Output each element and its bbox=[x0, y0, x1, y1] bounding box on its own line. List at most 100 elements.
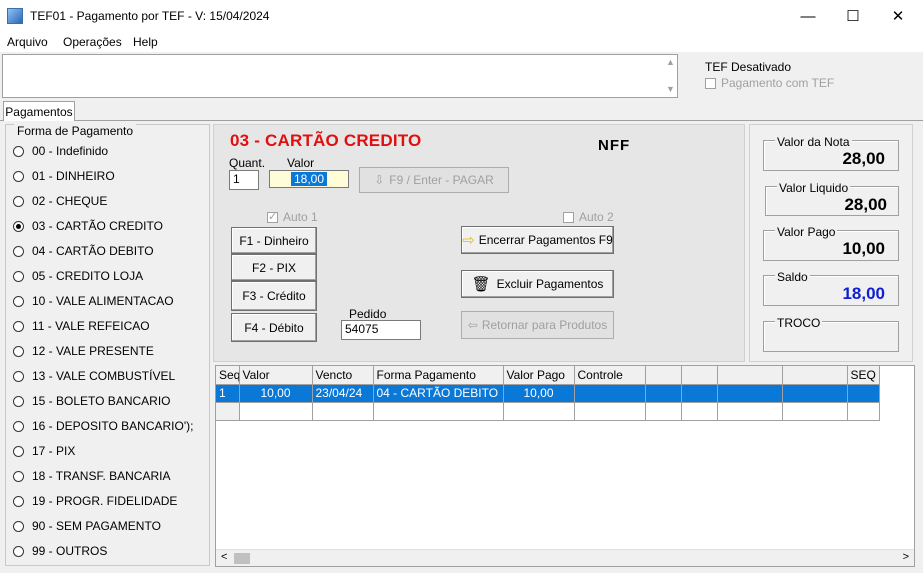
scroll-thumb[interactable] bbox=[234, 553, 250, 564]
radio-icon[interactable] bbox=[13, 520, 24, 532]
forma-option[interactable]: 03 - CARTÃO CREDITO bbox=[13, 217, 163, 235]
excluir-button[interactable]: 🗑 Excluir Pagamentos bbox=[461, 270, 614, 298]
checkbox-icon[interactable] bbox=[267, 210, 278, 224]
f1-dinheiro-button[interactable]: F1 - Dinheiro bbox=[231, 227, 317, 254]
table-cell[interactable] bbox=[373, 402, 504, 421]
table-cell[interactable] bbox=[782, 384, 848, 403]
scroll-left-icon[interactable]: < bbox=[221, 551, 227, 563]
forma-option[interactable]: 02 - CHEQUE bbox=[13, 192, 107, 210]
valor-input[interactable]: 18,00 bbox=[269, 170, 349, 188]
radio-icon[interactable] bbox=[13, 245, 24, 257]
menu-operacoes[interactable]: Operações bbox=[63, 35, 122, 49]
grid-column-header[interactable] bbox=[681, 366, 718, 385]
grid-column-header[interactable]: Controle bbox=[574, 366, 646, 385]
grid-column-header[interactable]: Seq bbox=[216, 366, 240, 385]
grid-column-header[interactable]: Forma Pagamento bbox=[373, 366, 504, 385]
radio-icon[interactable] bbox=[13, 320, 24, 332]
table-cell[interactable]: 1 bbox=[216, 384, 240, 403]
forma-option[interactable]: 17 - PIX bbox=[13, 442, 75, 460]
radio-icon[interactable] bbox=[13, 145, 24, 157]
table-cell[interactable] bbox=[503, 402, 575, 421]
f4-debito-button[interactable]: F4 - Débito bbox=[231, 313, 317, 342]
horizontal-scrollbar[interactable]: < > bbox=[216, 549, 914, 566]
grid-column-header[interactable] bbox=[782, 366, 848, 385]
table-cell[interactable] bbox=[645, 402, 682, 421]
quant-input[interactable]: 1 bbox=[229, 170, 259, 190]
minimize-button[interactable]: — bbox=[785, 0, 831, 32]
radio-icon[interactable] bbox=[13, 370, 24, 382]
forma-option[interactable]: 90 - SEM PAGAMENTO bbox=[13, 517, 161, 535]
forma-option[interactable]: 12 - VALE PRESENTE bbox=[13, 342, 154, 360]
table-cell[interactable]: 10,00 bbox=[503, 384, 575, 403]
table-cell[interactable] bbox=[681, 402, 718, 421]
radio-icon[interactable] bbox=[13, 195, 24, 207]
checkbox-icon[interactable] bbox=[563, 212, 574, 224]
radio-icon[interactable] bbox=[13, 495, 24, 507]
payments-grid[interactable]: Seq Valor Vencto Forma Pagamento Valor Pago C… bbox=[215, 365, 915, 567]
tab-pagamentos[interactable]: Pagamentos bbox=[3, 101, 75, 121]
table-cell[interactable]: 10,00 bbox=[239, 384, 313, 403]
table-cell[interactable] bbox=[782, 402, 848, 421]
close-button[interactable]: ✕ bbox=[875, 0, 921, 32]
scroll-right-icon[interactable]: > bbox=[903, 551, 909, 563]
forma-option[interactable]: 13 - VALE COMBUSTÍVEL bbox=[13, 367, 175, 385]
table-cell[interactable] bbox=[645, 384, 682, 403]
pagar-button[interactable]: ⇩ F9 / Enter - PAGAR bbox=[359, 167, 509, 193]
table-row[interactable]: 1 10,00 23/04/24 04 - CARTÃO DEBITO 10,00 bbox=[216, 384, 880, 403]
f3-credito-button[interactable]: F3 - Crédito bbox=[231, 281, 317, 311]
retornar-button[interactable]: ⇦ Retornar para Produtos bbox=[461, 311, 614, 339]
auto2-checkbox[interactable]: Auto 2 bbox=[563, 210, 614, 224]
grid-column-header[interactable]: Valor bbox=[239, 366, 313, 385]
table-row-empty[interactable] bbox=[216, 402, 880, 421]
table-cell[interactable] bbox=[312, 402, 374, 421]
menu-arquivo[interactable]: Arquivo bbox=[7, 35, 48, 49]
table-cell[interactable] bbox=[847, 402, 880, 421]
message-textbox[interactable] bbox=[2, 54, 678, 98]
grid-column-header[interactable]: SEQ bbox=[847, 366, 880, 385]
encerrar-button[interactable]: ⇨ Encerrar Pagamentos F9 bbox=[461, 226, 614, 254]
table-cell[interactable] bbox=[239, 402, 313, 421]
forma-option[interactable]: 15 - BOLETO BANCARIO bbox=[13, 392, 171, 410]
radio-icon[interactable] bbox=[13, 395, 24, 407]
tef-checkbox[interactable]: Pagamento com TEF bbox=[705, 76, 834, 90]
grid-column-header[interactable] bbox=[645, 366, 682, 385]
grid-column-header[interactable] bbox=[717, 366, 783, 385]
menu-help[interactable]: Help bbox=[133, 35, 158, 49]
forma-option[interactable]: 16 - DEPOSITO BANCARIO'); bbox=[13, 417, 193, 435]
table-cell[interactable] bbox=[847, 384, 880, 403]
radio-icon[interactable] bbox=[13, 170, 24, 182]
forma-option[interactable]: 18 - TRANSF. BANCARIA bbox=[13, 467, 170, 485]
auto1-checkbox[interactable]: Auto 1 bbox=[267, 210, 318, 224]
scroll-up-icon[interactable]: ▲ bbox=[666, 57, 675, 67]
forma-option[interactable]: 11 - VALE REFEICAO bbox=[13, 317, 150, 335]
table-cell[interactable] bbox=[717, 402, 783, 421]
maximize-button[interactable]: ☐ bbox=[830, 0, 876, 32]
grid-column-header[interactable]: Vencto bbox=[312, 366, 374, 385]
grid-column-header[interactable]: Valor Pago bbox=[503, 366, 575, 385]
forma-option[interactable]: 10 - VALE ALIMENTACAO bbox=[13, 292, 174, 310]
scroll-down-icon[interactable]: ▼ bbox=[666, 84, 675, 94]
forma-option[interactable]: 04 - CARTÃO DEBITO bbox=[13, 242, 154, 260]
radio-icon[interactable] bbox=[13, 470, 24, 482]
radio-icon[interactable] bbox=[13, 295, 24, 307]
radio-icon[interactable] bbox=[13, 345, 24, 357]
forma-option[interactable]: 19 - PROGR. FIDELIDADE bbox=[13, 492, 177, 510]
table-cell[interactable]: 23/04/24 bbox=[312, 384, 374, 403]
radio-icon[interactable] bbox=[13, 545, 24, 557]
forma-option[interactable]: 00 - Indefinido bbox=[13, 142, 108, 160]
radio-icon[interactable] bbox=[13, 445, 24, 457]
pedido-input[interactable]: 54075 bbox=[341, 320, 421, 340]
table-cell[interactable] bbox=[717, 384, 783, 403]
forma-option[interactable]: 05 - CREDITO LOJA bbox=[13, 267, 143, 285]
forma-option[interactable]: 99 - OUTROS bbox=[13, 542, 107, 560]
table-cell[interactable] bbox=[574, 402, 646, 421]
forma-option[interactable]: 01 - DINHEIRO bbox=[13, 167, 115, 185]
radio-icon[interactable] bbox=[13, 220, 24, 232]
table-cell[interactable] bbox=[574, 384, 646, 403]
radio-icon[interactable] bbox=[13, 270, 24, 282]
f2-pix-button[interactable]: F2 - PIX bbox=[231, 254, 317, 281]
radio-icon[interactable] bbox=[13, 420, 24, 432]
table-cell[interactable] bbox=[216, 402, 240, 421]
checkbox-icon[interactable] bbox=[705, 78, 716, 90]
table-cell[interactable]: 04 - CARTÃO DEBITO bbox=[373, 384, 504, 403]
